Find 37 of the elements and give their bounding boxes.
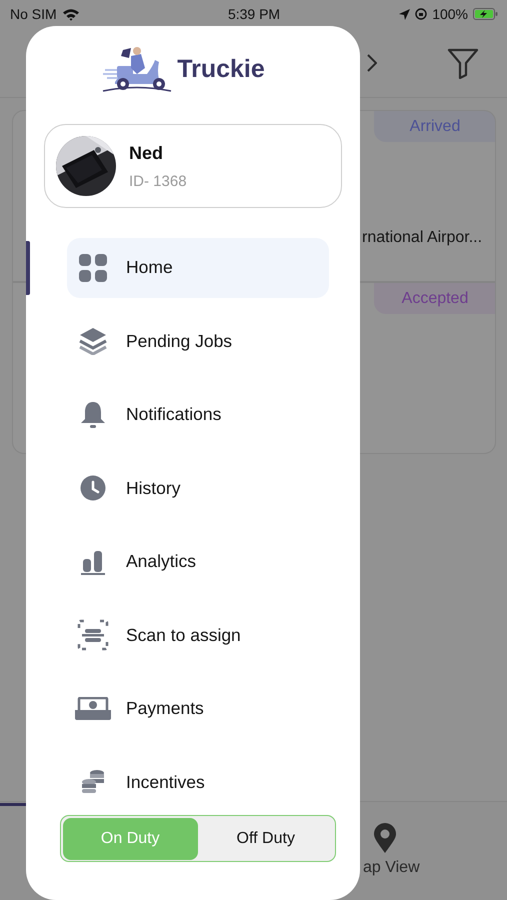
- carrier-label: No SIM: [10, 6, 57, 22]
- profile-card[interactable]: Ned ID- 1368: [44, 124, 342, 208]
- menu-item[interactable]: Incentives: [67, 752, 329, 812]
- status-badge: Arrived: [374, 111, 495, 142]
- menu-item[interactable]: Pending Jobs: [67, 312, 329, 371]
- clock-icon: [80, 475, 106, 502]
- rotation-lock-icon: [415, 8, 428, 20]
- app-logo-text: Truckie: [177, 54, 265, 84]
- status-badge: Accepted: [374, 283, 495, 314]
- battery-percent: 100%: [432, 6, 468, 22]
- map-pin-icon[interactable]: [373, 823, 398, 853]
- driver-name: Ned: [129, 142, 164, 164]
- scan-icon: [77, 619, 109, 652]
- duty-option[interactable]: Off Duty: [198, 818, 334, 860]
- active-indicator: [26, 240, 30, 295]
- address-text: rnational Airpor...: [362, 229, 482, 247]
- coins-icon: [80, 769, 106, 796]
- grid-icon: [79, 254, 107, 282]
- menu-item[interactable]: Scan to assign: [67, 606, 329, 665]
- location-arrow-icon: [399, 8, 410, 20]
- menu-item[interactable]: Home: [67, 238, 329, 298]
- layers-icon: [79, 327, 107, 356]
- menu-item[interactable]: Payments: [67, 679, 329, 738]
- filter-icon[interactable]: [447, 46, 479, 78]
- menu-item[interactable]: History: [67, 458, 329, 518]
- chevron-right-icon[interactable]: [367, 54, 377, 72]
- menu-item[interactable]: Analytics: [67, 532, 329, 592]
- tab-indicator: [0, 803, 26, 806]
- cash-icon: [74, 696, 112, 721]
- tab-label[interactable]: ap View: [363, 859, 420, 877]
- battery-charging-icon: [473, 8, 498, 20]
- driver-id: ID- 1368: [129, 172, 187, 190]
- bar-chart-icon: [80, 548, 106, 575]
- clock-time: 5:39 PM: [228, 6, 280, 22]
- wifi-icon: [62, 8, 80, 20]
- menu-item[interactable]: Notifications: [67, 385, 329, 444]
- bell-icon: [80, 400, 106, 429]
